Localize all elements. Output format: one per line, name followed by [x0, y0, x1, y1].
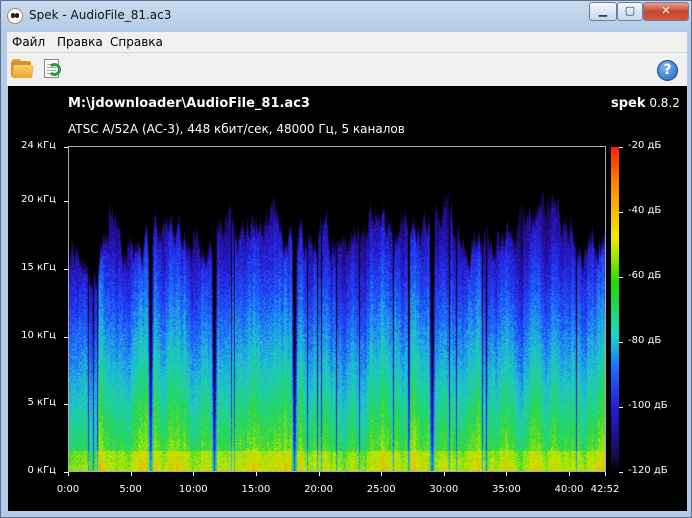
- colorbar: [611, 147, 619, 472]
- x-tick-mark: [193, 472, 195, 476]
- file-info: ATSC A/52A (AC-3), 448 кбит/сек, 48000 Г…: [68, 122, 405, 136]
- colorbar-tick-label: -100 дБ: [628, 400, 668, 411]
- menu-edit[interactable]: Правка: [57, 35, 103, 49]
- y-tick-label: 10 кГц: [21, 329, 56, 341]
- x-tick-label: 35:00: [492, 484, 521, 495]
- y-tick-mark: [64, 268, 68, 270]
- help-icon[interactable]: ?: [657, 60, 678, 81]
- spectrogram-heatmap: [69, 147, 605, 471]
- x-tick-label: 10:00: [178, 484, 208, 495]
- colorbar-tick-mark: [619, 277, 623, 278]
- colorbar-tick-label: -120 дБ: [628, 465, 668, 476]
- colorbar-tick-mark: [619, 212, 623, 213]
- colorbar-tick-label: -40 дБ: [628, 205, 662, 216]
- x-tick-label: 25:00: [366, 484, 396, 495]
- x-tick-mark: [68, 472, 69, 476]
- file-path: M:\jdownloader\AudioFile_81.ac3: [68, 96, 310, 111]
- x-tick-mark: [506, 472, 508, 476]
- x-tick-mark: [569, 472, 571, 476]
- y-tick-label: 24 кГц: [21, 140, 56, 151]
- menu-help[interactable]: Справка: [110, 35, 163, 49]
- reload-document-icon[interactable]: [41, 58, 63, 80]
- y-tick-label: 0 кГц: [27, 465, 57, 476]
- title-bar[interactable]: Spek - AudioFile_81.ac3 ▁ ▢ ✕: [1, 1, 691, 31]
- y-tick-mark: [64, 404, 68, 406]
- menu-file[interactable]: Файл: [12, 35, 45, 49]
- y-tick-mark: [64, 336, 68, 338]
- y-tick-mark: [64, 201, 68, 203]
- x-tick-label: 30:00: [429, 484, 459, 495]
- colorbar-tick-label: -20 дБ: [628, 140, 662, 151]
- colorbar-tick-label: -60 дБ: [628, 270, 662, 281]
- maximize-button[interactable]: ▢: [617, 2, 643, 21]
- window-title: Spek - AudioFile_81.ac3: [29, 8, 172, 22]
- y-tick-label: 20 кГц: [21, 194, 56, 206]
- menu-bar: Файл Правка Справка: [7, 32, 687, 53]
- x-tick-label: 42:52: [590, 484, 620, 495]
- colorbar-tick-label: -80 дБ: [628, 335, 662, 346]
- close-button[interactable]: ✕: [643, 2, 689, 21]
- spek-face-icon: [7, 8, 23, 24]
- x-tick-label: 5:00: [119, 484, 142, 495]
- toolbar: ?: [7, 53, 687, 86]
- folder-open-icon[interactable]: [11, 59, 34, 78]
- brand-name: spek: [611, 96, 646, 111]
- brand-version: 0.8.2: [649, 96, 680, 110]
- x-tick-label: 40:00: [554, 484, 584, 495]
- x-tick-mark: [130, 472, 132, 476]
- x-tick-mark: [605, 472, 606, 476]
- colorbar-tick-mark: [619, 407, 623, 408]
- x-tick-mark: [318, 472, 320, 476]
- app-brand: spek 0.8.2: [611, 96, 680, 111]
- x-tick-mark: [381, 472, 383, 476]
- spectrogram-view: M:\jdownloader\AudioFile_81.ac3 spek 0.8…: [8, 86, 687, 511]
- minimize-button[interactable]: ▁: [589, 2, 617, 21]
- colorbar-tick-mark: [619, 342, 623, 343]
- colorbar-tick-mark: [619, 147, 623, 148]
- y-tick-label: 5 кГц: [27, 397, 57, 409]
- colorbar-tick-mark: [619, 472, 623, 473]
- app-window: Spek - AudioFile_81.ac3 ▁ ▢ ✕ Файл Правк…: [0, 0, 692, 518]
- x-tick-label: 20:00: [304, 484, 333, 495]
- y-tick-label: 15 кГц: [21, 261, 56, 273]
- spectrogram-plot: [68, 146, 606, 472]
- x-tick-mark: [443, 472, 445, 476]
- x-tick-mark: [255, 472, 257, 476]
- y-tick-mark: [64, 147, 68, 148]
- x-tick-label: 0:00: [56, 484, 80, 495]
- x-tick-label: 15:00: [241, 484, 271, 495]
